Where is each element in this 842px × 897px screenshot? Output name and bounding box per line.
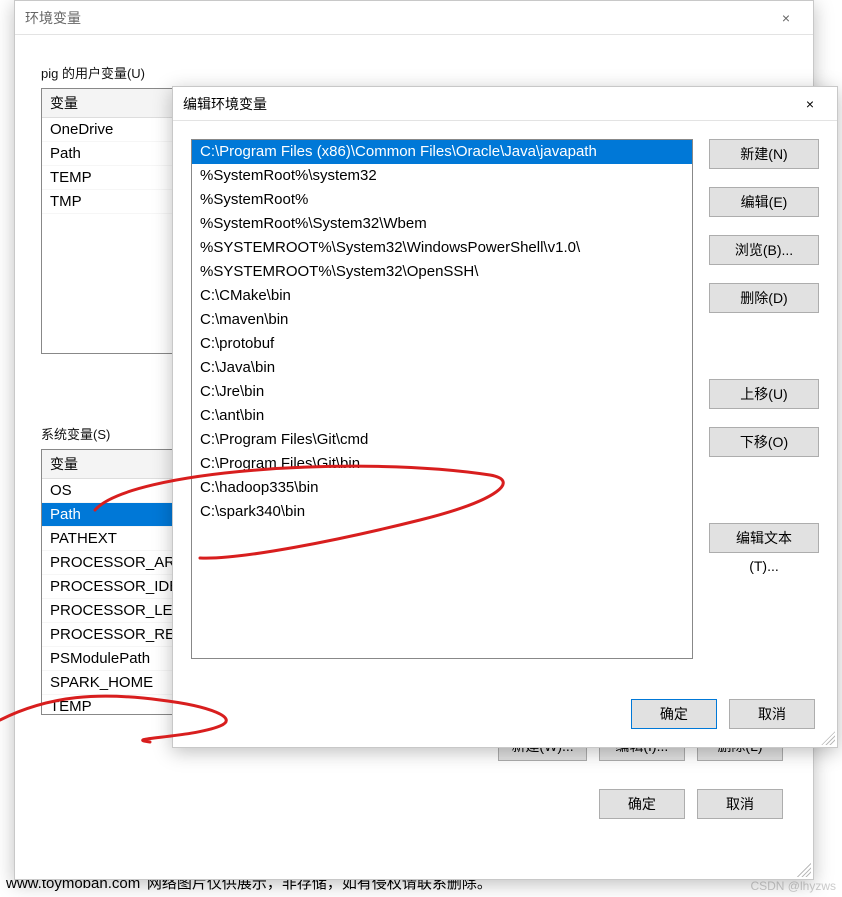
delete-button[interactable]: 删除(D) [709,283,819,313]
path-row[interactable]: C:\spark340\bin [192,500,692,524]
edit-env-var-dialog: 编辑环境变量 × C:\Program Files (x86)\Common F… [172,86,838,748]
path-row-empty[interactable] [192,620,692,644]
csdn-watermark: CSDN @lhyzws [750,879,836,893]
new-button[interactable]: 新建(N) [709,139,819,169]
move-up-button[interactable]: 上移(U) [709,379,819,409]
path-row[interactable]: C:\Jre\bin [192,380,692,404]
browse-button[interactable]: 浏览(B)... [709,235,819,265]
dialog-buttons: 确定 取消 [191,699,819,729]
close-icon[interactable]: × [793,96,827,112]
path-row[interactable]: C:\Java\bin [192,356,692,380]
ok-button[interactable]: 确定 [631,699,717,729]
path-row[interactable]: C:\ant\bin [192,404,692,428]
dialog-title: 编辑环境变量 [183,94,267,114]
cancel-button[interactable]: 取消 [729,699,815,729]
path-row[interactable]: C:\maven\bin [192,308,692,332]
path-listbox[interactable]: C:\Program Files (x86)\Common Files\Orac… [191,139,693,659]
path-row-empty[interactable] [192,524,692,548]
titlebar: 编辑环境变量 × [173,87,837,121]
cancel-button[interactable]: 取消 [697,789,783,819]
path-row[interactable]: %SystemRoot%\system32 [192,164,692,188]
path-row[interactable]: C:\Program Files\Git\bin [192,452,692,476]
path-row[interactable]: C:\hadoop335\bin [192,476,692,500]
path-row[interactable]: %SYSTEMROOT%\System32\OpenSSH\ [192,260,692,284]
path-row[interactable]: %SYSTEMROOT%\System32\WindowsPowerShell\… [192,236,692,260]
edit-text-button[interactable]: 编辑文本(T)... [709,523,819,553]
titlebar: 环境变量 × [15,1,813,35]
user-vars-label: pig 的用户变量(U) [41,63,787,82]
close-icon[interactable]: × [769,10,803,26]
edit-button[interactable]: 编辑(E) [709,187,819,217]
resize-grip-icon[interactable] [797,863,811,877]
path-row[interactable]: C:\CMake\bin [192,284,692,308]
resize-grip-icon[interactable] [821,731,835,745]
move-down-button[interactable]: 下移(O) [709,427,819,457]
side-buttons: 新建(N) 编辑(E) 浏览(B)... 删除(D) 上移(U) 下移(O) 编… [709,139,819,667]
path-row[interactable]: %SystemRoot%\System32\Wbem [192,212,692,236]
path-row[interactable]: C:\protobuf [192,332,692,356]
path-row[interactable]: C:\Program Files (x86)\Common Files\Orac… [192,140,692,164]
dialog-buttons: 确定 取消 [41,789,787,819]
ok-button[interactable]: 确定 [599,789,685,819]
path-row-empty[interactable] [192,572,692,596]
path-row-empty[interactable] [192,596,692,620]
path-row[interactable]: C:\Program Files\Git\cmd [192,428,692,452]
path-row[interactable]: %SystemRoot% [192,188,692,212]
window-title: 环境变量 [25,8,81,28]
path-row-empty[interactable] [192,548,692,572]
